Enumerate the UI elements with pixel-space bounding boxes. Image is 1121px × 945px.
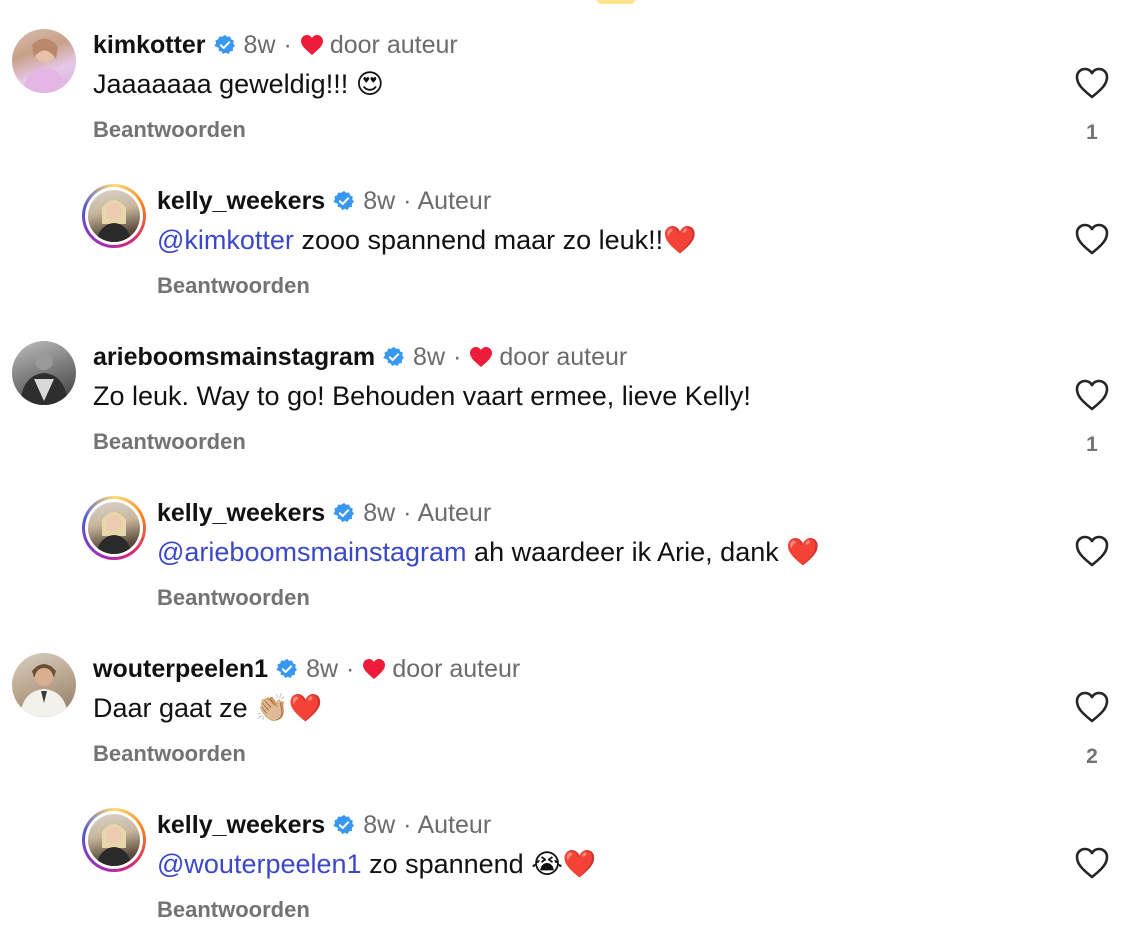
comment-header: kelly_weekers 8w · Auteur [157,498,491,528]
heart-icon [363,659,386,679]
username[interactable]: kelly_weekers [157,810,325,840]
comment-header: kelly_weekers 8w · Auteur [157,186,491,216]
comment-text-content: Zo leuk. Way to go! Behouden vaart ermee… [93,381,751,411]
heart-icon [470,347,493,367]
mention-link[interactable]: @arieboomsmainstagram [157,537,467,567]
separator: · [346,655,355,683]
author-label: Auteur [417,811,492,839]
emoji: ❤️ [786,537,820,568]
comment-header: kelly_weekers 8w · Auteur [157,810,491,840]
mention-link[interactable]: @wouterpeelen1 [157,849,362,879]
liked-by-author-label: door auteur [392,655,521,683]
like-heart-icon[interactable] [1074,222,1110,256]
comment-text-content: Jaaaaaaa geweldig!!! [93,69,349,99]
comment-header: arieboomsmainstagram 8w · door auteur [93,342,627,372]
like-heart-icon[interactable] [1074,690,1110,724]
timestamp: 8w [306,655,339,683]
comment-text: Daar gaat ze 👏🏼❤️ [93,691,322,726]
comment-header: wouterpeelen1 8w · door auteur [93,654,520,684]
avatar[interactable] [12,653,76,717]
username[interactable]: kelly_weekers [157,186,325,216]
comment-text-content: zooo spannend maar zo leuk!! [301,225,664,255]
comment-text: Zo leuk. Way to go! Behouden vaart ermee… [93,379,751,413]
story-ring[interactable] [82,808,146,872]
like-heart-icon[interactable] [1074,66,1110,100]
username[interactable]: kimkotter [93,30,206,60]
like-count: 1 [1086,121,1098,144]
reply-button[interactable]: Beantwoorden [157,584,310,612]
comment-text: Jaaaaaaa geweldig!!! 😍 [93,67,384,102]
emoji: 😭❤️ [531,849,597,880]
comment-text: @arieboomsmainstagram ah waardeer ik Ari… [157,535,820,570]
verified-badge-icon [333,814,355,834]
comment-text: @kimkotter zooo spannend maar zo leuk!!❤… [157,223,697,258]
story-ring[interactable] [82,496,146,560]
username[interactable]: arieboomsmainstagram [93,342,375,372]
like-count: 1 [1086,433,1098,456]
timestamp: 8w [363,811,396,839]
comment-header: kimkotter 8w · door auteur [93,30,458,60]
verified-badge-icon [383,346,405,366]
avatar[interactable] [88,814,140,866]
emoji: 👏🏼❤️ [255,693,323,724]
timestamp: 8w [243,31,276,59]
reply-button[interactable]: Beantwoorden [93,116,246,144]
heart-icon [300,35,323,55]
liked-by-author-label: door auteur [499,343,628,371]
reply-button[interactable]: Beantwoorden [93,740,246,768]
comment-text-content: zo spannend [369,849,524,879]
mention-link[interactable]: @kimkotter [157,225,294,255]
username[interactable]: kelly_weekers [157,498,325,528]
separator: · [403,499,412,527]
verified-badge-icon [213,34,235,54]
liked-by-author-label: door auteur [329,31,458,59]
separator: · [453,343,462,371]
avatar[interactable] [88,502,140,554]
separator: · [403,187,412,215]
comment-text-content: ah waardeer ik Arie, dank [474,537,779,567]
separator: · [283,31,292,59]
reply-button[interactable]: Beantwoorden [157,272,310,300]
like-count: 2 [1086,745,1098,768]
author-label: Auteur [417,187,492,215]
avatar[interactable] [12,29,76,93]
avatar[interactable] [12,341,76,405]
comment-text: @wouterpeelen1 zo spannend 😭❤️ [157,847,596,882]
verified-badge-icon [333,502,355,522]
emoji: 😍 [355,69,384,100]
like-heart-icon[interactable] [1074,534,1110,568]
timestamp: 8w [413,343,446,371]
verified-badge-icon [276,658,298,678]
like-heart-icon[interactable] [1074,378,1110,412]
reply-button[interactable]: Beantwoorden [157,896,310,924]
separator: · [403,811,412,839]
comment-text-content: Daar gaat ze [93,693,248,723]
reply-button[interactable]: Beantwoorden [93,428,246,456]
emoji: ❤️ [663,225,697,256]
avatar[interactable] [88,190,140,242]
author-label: Auteur [417,499,492,527]
like-heart-icon[interactable] [1074,846,1110,880]
username[interactable]: wouterpeelen1 [93,654,268,684]
top-indicator [596,0,636,4]
story-ring[interactable] [82,184,146,248]
timestamp: 8w [363,499,396,527]
verified-badge-icon [333,190,355,210]
timestamp: 8w [363,187,396,215]
